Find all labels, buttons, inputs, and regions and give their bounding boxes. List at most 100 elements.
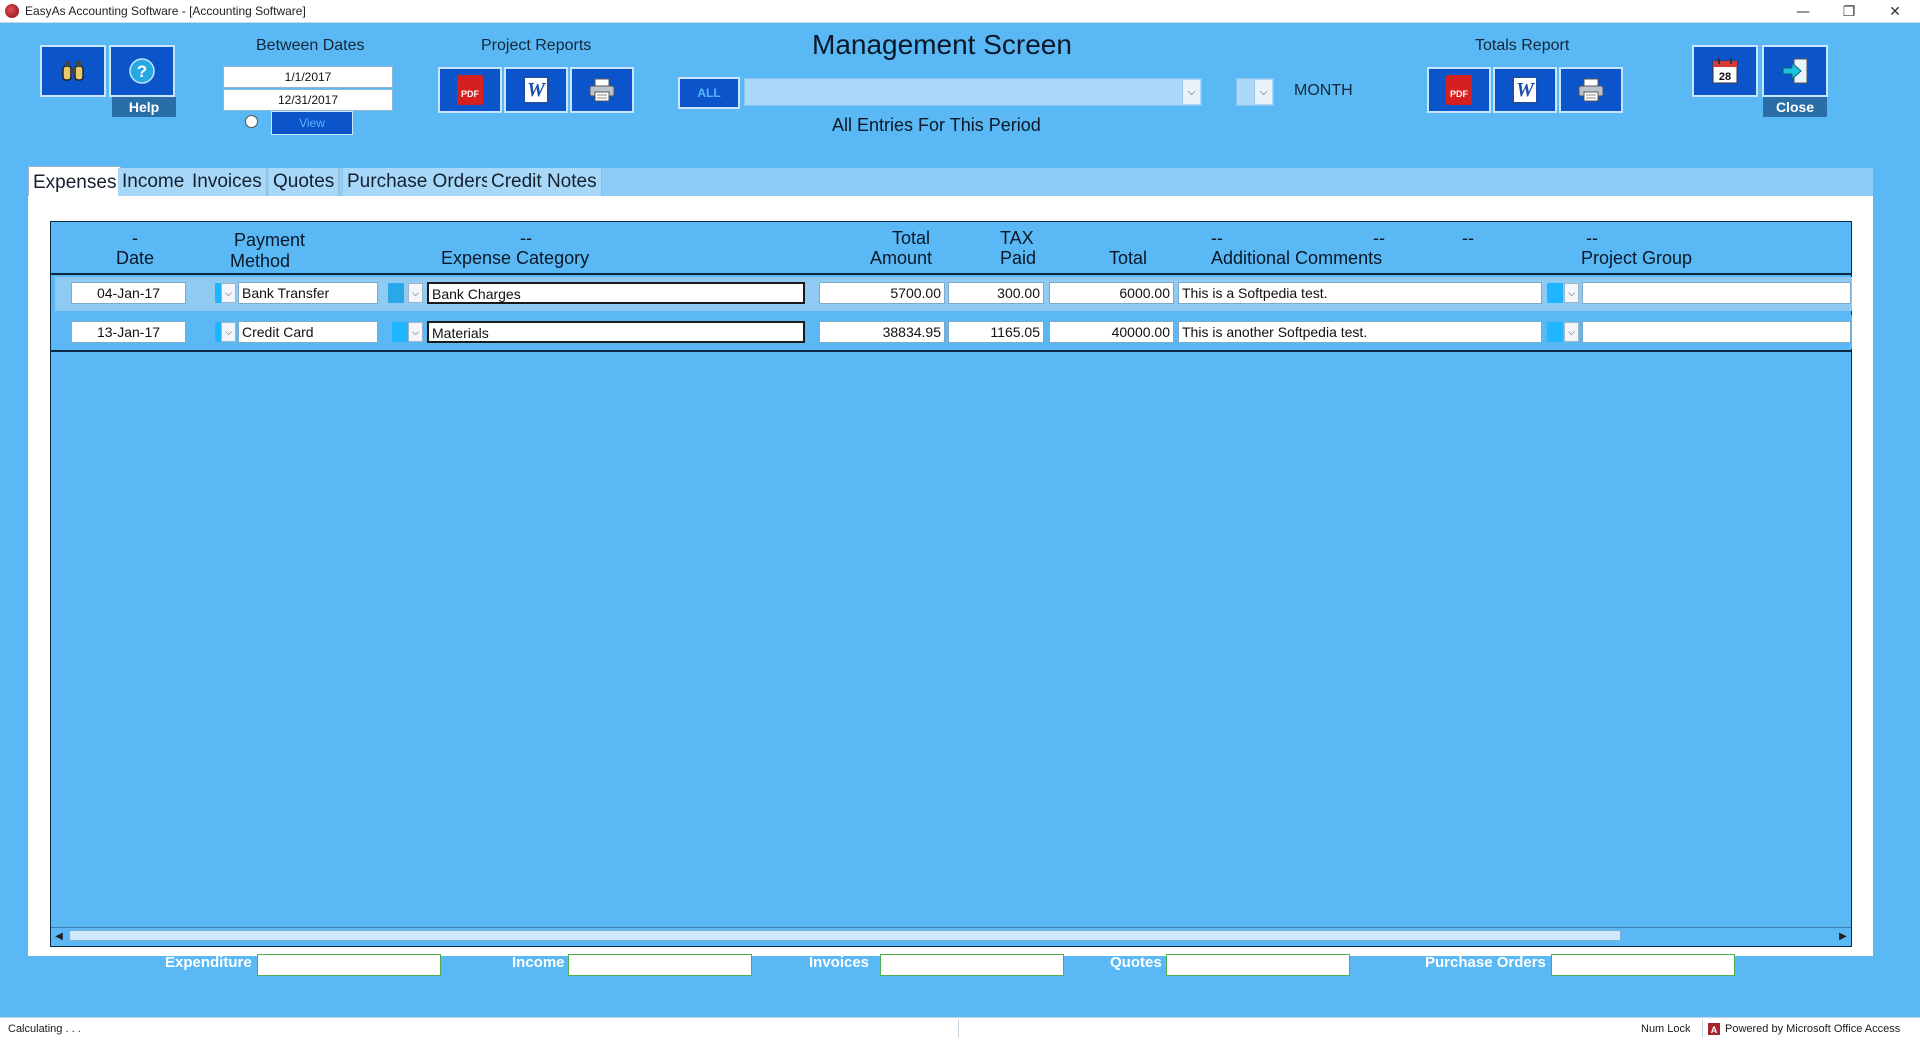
app-logo-icon	[5, 4, 19, 18]
totals-word-button[interactable]: W	[1493, 67, 1557, 113]
col-amount-top: Total	[892, 228, 931, 248]
status-text: Calculating . . .	[8, 1023, 81, 1035]
row-total-amount[interactable]: 5700.00	[819, 282, 945, 304]
window-title: EasyAs Accounting Software - [Accounting…	[25, 4, 306, 18]
row-date-field[interactable]: 13-Jan-17	[71, 321, 186, 343]
close-window-button[interactable]: ✕	[1872, 0, 1918, 23]
date-filter-radio[interactable]	[245, 115, 258, 128]
tab-invoices[interactable]: Invoices	[188, 168, 267, 196]
tab-expenses[interactable]: Expenses	[28, 166, 122, 196]
project-reports-label: Project Reports	[481, 37, 592, 54]
project-pdf-button[interactable]: PDF	[438, 67, 502, 113]
all-filter-button[interactable]: ALL	[678, 77, 740, 109]
row-payment-method[interactable]: Credit Card	[238, 321, 378, 343]
row-comments[interactable]: This is another Softpedia test.	[1178, 321, 1542, 343]
row-expense-category[interactable]: Materials	[427, 321, 805, 343]
date-from-field[interactable]: 1/1/2017	[223, 66, 393, 88]
col-project-top: --	[1586, 228, 1598, 248]
project-select[interactable]: ⌵	[744, 78, 1202, 106]
invoices-field[interactable]	[880, 954, 1064, 976]
row-tax-paid[interactable]: 300.00	[948, 282, 1044, 304]
horizontal-scrollbar[interactable]: ◀ ▶	[51, 927, 1851, 943]
calendar-icon: 28	[1712, 58, 1738, 84]
col-payment-top: Payment	[234, 230, 306, 250]
status-divider	[958, 1020, 959, 1038]
help-icon: ?	[129, 58, 155, 84]
minimize-button[interactable]: —	[1780, 0, 1826, 23]
col-amount: Amount	[870, 248, 933, 268]
page-subtitle: All Entries For This Period	[832, 115, 1041, 135]
quotes-field[interactable]	[1166, 954, 1350, 976]
help-button[interactable]: ?	[109, 45, 175, 97]
status-bar: Calculating . . . Num Lock A Powered by …	[0, 1017, 1920, 1040]
chevron-down-icon[interactable]: ⌵	[1182, 80, 1200, 104]
tab-purchase-orders[interactable]: Purchase Orders	[343, 168, 496, 196]
purchase-orders-field[interactable]	[1551, 954, 1735, 976]
close-label[interactable]: Close	[1763, 97, 1827, 117]
color-swatch	[388, 283, 404, 303]
col-total: Total	[1109, 248, 1148, 268]
row-total[interactable]: 6000.00	[1049, 282, 1174, 304]
svg-text:?: ?	[137, 62, 147, 81]
scrollbar-thumb[interactable]	[69, 930, 1621, 941]
row-date-field[interactable]: 04-Jan-17	[71, 282, 186, 304]
invoices-label: Invoices	[809, 954, 870, 971]
col-date-top: -	[132, 228, 138, 248]
view-button[interactable]: View	[271, 111, 353, 135]
col-extra-1: --	[1373, 228, 1385, 248]
chevron-down-icon[interactable]: ⌵	[408, 322, 423, 342]
totals-pdf-button[interactable]: PDF	[1427, 67, 1491, 113]
row-expense-category[interactable]: Bank Charges	[427, 282, 805, 304]
tab-credit-notes[interactable]: Credit Notes	[487, 168, 602, 196]
chevron-down-icon[interactable]: ⌵	[408, 283, 423, 303]
income-field[interactable]	[568, 954, 752, 976]
chevron-down-icon[interactable]: ⌵	[1254, 80, 1272, 104]
row-comments[interactable]: This is a Softpedia test.	[1178, 282, 1542, 304]
col-date: Date	[116, 248, 155, 268]
row-tax-paid[interactable]: 1165.05	[948, 321, 1044, 343]
purchase-orders-label: Purchase Orders	[1425, 954, 1546, 971]
calendar-button[interactable]: 28	[1692, 45, 1758, 97]
tab-strip: Expenses Income Invoices Quotes Purchase…	[28, 166, 1873, 196]
exit-button[interactable]	[1762, 45, 1828, 97]
chevron-down-icon[interactable]: ⌵	[1564, 283, 1579, 303]
word-icon: W	[1512, 76, 1538, 104]
date-to-field[interactable]: 12/31/2017	[223, 89, 393, 111]
chevron-down-icon[interactable]: ⌵	[221, 283, 236, 303]
search-button[interactable]	[40, 45, 106, 97]
chevron-down-icon[interactable]: ⌵	[1564, 322, 1579, 342]
period-label: MONTH	[1294, 82, 1353, 99]
svg-text:A: A	[1711, 1025, 1718, 1035]
project-word-button[interactable]: W	[504, 67, 568, 113]
col-project: Project Group	[1581, 248, 1693, 268]
totals-print-button[interactable]	[1559, 67, 1623, 113]
status-divider	[1702, 1020, 1703, 1038]
scroll-right-icon[interactable]: ▶	[1836, 929, 1850, 943]
income-label: Income	[512, 954, 565, 971]
printer-icon	[1578, 78, 1604, 102]
col-tax: Paid	[1000, 248, 1037, 268]
help-label[interactable]: Help	[112, 97, 176, 117]
chevron-down-icon[interactable]: ⌵	[221, 322, 236, 342]
restore-button[interactable]: ❐	[1826, 0, 1872, 23]
col-payment: Method	[230, 251, 291, 271]
scroll-left-icon[interactable]: ◀	[52, 929, 66, 943]
row-project-group[interactable]	[1582, 321, 1851, 343]
powered-by-text: Powered by Microsoft Office Access	[1725, 1023, 1901, 1035]
col-comments: Additional Comments	[1211, 248, 1383, 268]
expenditure-field[interactable]	[257, 954, 441, 976]
tab-income[interactable]: Income	[118, 168, 190, 196]
row-total[interactable]: 40000.00	[1049, 321, 1174, 343]
row-project-group[interactable]	[1582, 282, 1851, 304]
tab-quotes[interactable]: Quotes	[269, 168, 340, 196]
quotes-label: Quotes	[1110, 954, 1162, 971]
col-comments-top: --	[1211, 228, 1223, 248]
row-payment-method[interactable]: Bank Transfer	[238, 282, 378, 304]
color-swatch	[392, 322, 408, 342]
printer-icon	[589, 78, 615, 102]
management-screen: ? Help Between Dates 1/1/2017 12/31/2017…	[0, 23, 1920, 1017]
project-print-button[interactable]	[570, 67, 634, 113]
period-select[interactable]: ⌵	[1236, 78, 1274, 106]
color-swatch	[1547, 283, 1563, 303]
row-total-amount[interactable]: 38834.95	[819, 321, 945, 343]
